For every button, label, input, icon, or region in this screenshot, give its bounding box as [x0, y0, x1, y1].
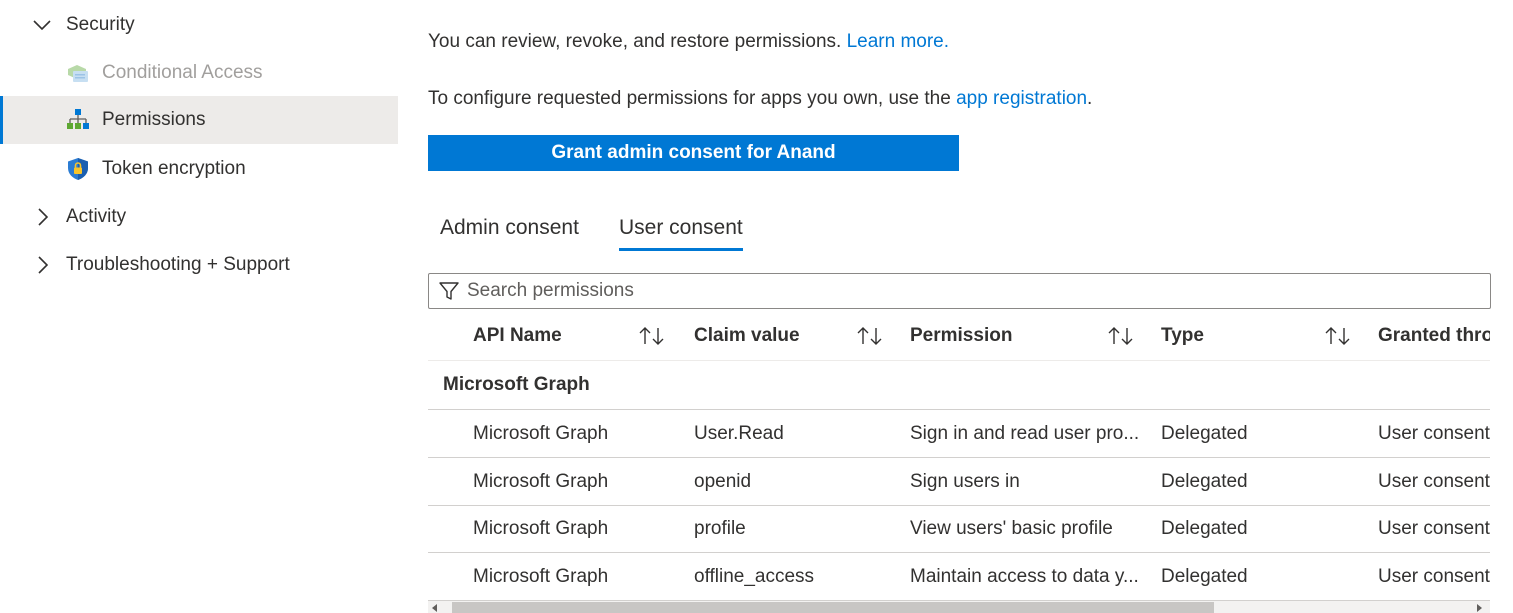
configure-suffix: .	[1087, 88, 1093, 109]
permissions-icon	[66, 108, 90, 132]
sidebar-item-label: Conditional Access	[102, 62, 263, 83]
sidebar-item-troubleshooting[interactable]: Troubleshooting + Support	[0, 241, 398, 289]
cell-type: Delegated	[1161, 470, 1248, 492]
cell-api-name: Microsoft Graph	[473, 565, 609, 587]
cell-claim-value: User.Read	[694, 422, 784, 444]
intro-text: You can review, revoke, and restore perm…	[428, 31, 949, 53]
cell-granted-through: User consent	[1378, 517, 1490, 539]
filter-icon	[437, 279, 461, 303]
cell-type: Delegated	[1161, 422, 1248, 444]
configure-description: To configure requested permissions for a…	[428, 88, 957, 109]
group-label: Microsoft Graph	[443, 374, 590, 395]
sort-icon[interactable]	[856, 324, 884, 348]
sidebar-item-label: Security	[66, 14, 135, 35]
table-row[interactable]: Microsoft Graph User.Read Sign in and re…	[428, 410, 1490, 458]
cell-api-name: Microsoft Graph	[473, 517, 609, 539]
cell-claim-value: openid	[694, 470, 752, 492]
permissions-table: API Name Claim value Permission Type Gra…	[428, 312, 1490, 602]
cell-claim-value: profile	[694, 517, 746, 539]
conditional-access-icon	[66, 61, 90, 85]
learn-more-link[interactable]: Learn more.	[847, 31, 949, 52]
cell-permission: Maintain access to data y...	[910, 565, 1139, 587]
table-header: API Name Claim value Permission Type Gra…	[428, 312, 1490, 361]
cell-granted-through: User consent	[1378, 470, 1490, 492]
scroll-right-icon[interactable]	[1477, 604, 1482, 612]
shield-lock-icon	[66, 157, 90, 181]
cell-granted-through: User consent	[1378, 565, 1490, 587]
sidebar-item-security[interactable]: Security	[0, 1, 398, 49]
sidebar-item-label: Permissions	[102, 109, 206, 130]
sidebar-item-label: Activity	[66, 206, 127, 227]
table-row[interactable]: Microsoft Graph offline_access Maintain …	[428, 553, 1490, 601]
cell-api-name: Microsoft Graph	[473, 470, 609, 492]
cell-type: Delegated	[1161, 565, 1248, 587]
tab-admin-consent[interactable]: Admin consent	[440, 206, 579, 248]
table-row[interactable]: Microsoft Graph profile View users' basi…	[428, 505, 1490, 553]
scrollbar-thumb[interactable]	[452, 602, 1214, 613]
cell-granted-through: User consent	[1378, 422, 1490, 444]
configure-text: To configure requested permissions for a…	[428, 88, 1092, 110]
search-box	[428, 273, 1491, 309]
chevron-down-icon[interactable]	[32, 15, 52, 35]
scroll-left-icon[interactable]	[432, 604, 437, 612]
chevron-right-icon[interactable]	[32, 255, 52, 275]
horizontal-scrollbar[interactable]	[428, 601, 1490, 613]
sort-icon[interactable]	[1324, 324, 1352, 348]
app-registration-link[interactable]: app registration	[956, 88, 1087, 109]
cell-claim-value: offline_access	[694, 565, 815, 587]
cell-permission: Sign in and read user pro...	[910, 422, 1140, 444]
column-header-api-name[interactable]: API Name	[473, 312, 562, 360]
sidebar-item-token-encryption[interactable]: Token encryption	[0, 145, 398, 193]
column-header-permission[interactable]: Permission	[910, 312, 1012, 360]
cell-permission: View users' basic profile	[910, 517, 1113, 539]
sidebar: Security Conditional Access Permissions	[0, 0, 398, 613]
sort-icon[interactable]	[638, 324, 666, 348]
search-input[interactable]	[465, 279, 1369, 303]
column-header-granted-through[interactable]: Granted thro	[1378, 312, 1490, 360]
sidebar-item-conditional-access[interactable]: Conditional Access	[0, 49, 398, 97]
sort-icon[interactable]	[1107, 324, 1135, 348]
group-header: Microsoft Graph	[428, 361, 1490, 410]
tab-user-consent[interactable]: User consent	[619, 206, 743, 251]
cell-permission: Sign users in	[910, 470, 1020, 492]
permissions-panel: You can review, revoke, and restore perm…	[428, 0, 1513, 613]
column-header-claim-value[interactable]: Claim value	[694, 312, 800, 360]
table-row[interactable]: Microsoft Graph openid Sign users in Del…	[428, 458, 1490, 506]
sidebar-item-activity[interactable]: Activity	[0, 193, 398, 241]
intro-description: You can review, revoke, and restore perm…	[428, 31, 847, 52]
cell-api-name: Microsoft Graph	[473, 422, 609, 444]
grant-admin-consent-button[interactable]: Grant admin consent for Anand	[428, 135, 959, 171]
sidebar-item-permissions[interactable]: Permissions	[0, 96, 398, 144]
cell-type: Delegated	[1161, 517, 1248, 539]
column-header-type[interactable]: Type	[1161, 312, 1204, 360]
sidebar-item-label: Troubleshooting + Support	[66, 254, 290, 275]
chevron-right-icon[interactable]	[32, 207, 52, 227]
sidebar-item-label: Token encryption	[102, 158, 246, 179]
